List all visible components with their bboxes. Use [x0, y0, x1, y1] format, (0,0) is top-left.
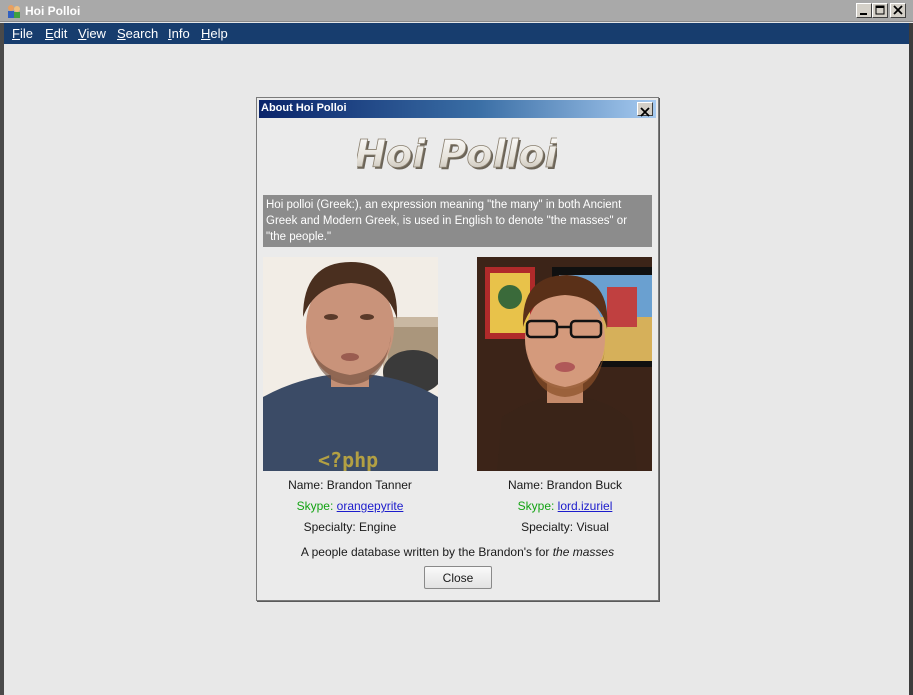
svg-text:<?php: <?php	[318, 448, 378, 471]
menu-edit[interactable]: Edit	[45, 26, 67, 41]
person-2-skype: Skype: lord.izuriel	[475, 499, 655, 513]
minimize-icon	[860, 13, 867, 15]
about-dialog: About Hoi Polloi Hoi Polloi Hoi Polloi H…	[256, 97, 659, 601]
skype-label: Skype:	[517, 499, 555, 513]
close-icon	[893, 5, 903, 15]
window-title: Hoi Polloi	[25, 4, 81, 18]
dialog-title: About Hoi Polloi	[261, 102, 347, 114]
maximize-button[interactable]	[872, 3, 888, 18]
app-window: Hoi Polloi File Edit View Search Info He…	[0, 0, 913, 695]
svg-text:Hoi Polloi: Hoi Polloi	[357, 132, 557, 176]
person-2-name: Name: Brandon Buck	[507, 478, 623, 492]
dialog-close-button[interactable]	[637, 102, 653, 117]
person-1-skype: Skype: orangepyrite	[260, 499, 440, 513]
skype-label: Skype:	[296, 499, 334, 513]
maximize-icon	[875, 5, 885, 15]
dialog-titlebar[interactable]: About Hoi Polloi	[259, 100, 656, 118]
photo-brandon-tanner: <?php	[263, 257, 438, 471]
close-icon	[640, 107, 650, 117]
app-description: Hoi polloi (Greek:), an expression meani…	[263, 195, 652, 247]
hoi-polloi-logo: Hoi Polloi Hoi Polloi	[357, 132, 557, 178]
menu-search[interactable]: Search	[117, 26, 158, 41]
menu-info[interactable]: Info	[168, 26, 190, 41]
menu-bar: File Edit View Search Info Help	[4, 23, 909, 44]
person-2-specialty: Specialty: Visual	[521, 520, 609, 534]
person-1-name: Name: Brandon Tanner	[288, 478, 412, 492]
people-icon	[6, 3, 22, 19]
skype-link-orangepyrite[interactable]: orangepyrite	[337, 499, 404, 513]
minimize-button[interactable]	[856, 3, 872, 18]
menu-help[interactable]: Help	[201, 26, 228, 41]
menu-view[interactable]: View	[78, 26, 106, 41]
window-titlebar[interactable]: Hoi Polloi	[0, 0, 913, 22]
close-button[interactable]: Close	[424, 566, 492, 589]
window-close-button[interactable]	[890, 3, 906, 18]
photo-brandon-buck	[477, 257, 652, 471]
desktop-edge-right	[909, 23, 913, 695]
skype-link-lord-izuriel[interactable]: lord.izuriel	[558, 499, 613, 513]
menu-file[interactable]: File	[12, 26, 33, 41]
person-1-specialty: Specialty: Engine	[303, 520, 397, 534]
dialog-footer-text: A people database written by the Brandon…	[300, 545, 615, 559]
